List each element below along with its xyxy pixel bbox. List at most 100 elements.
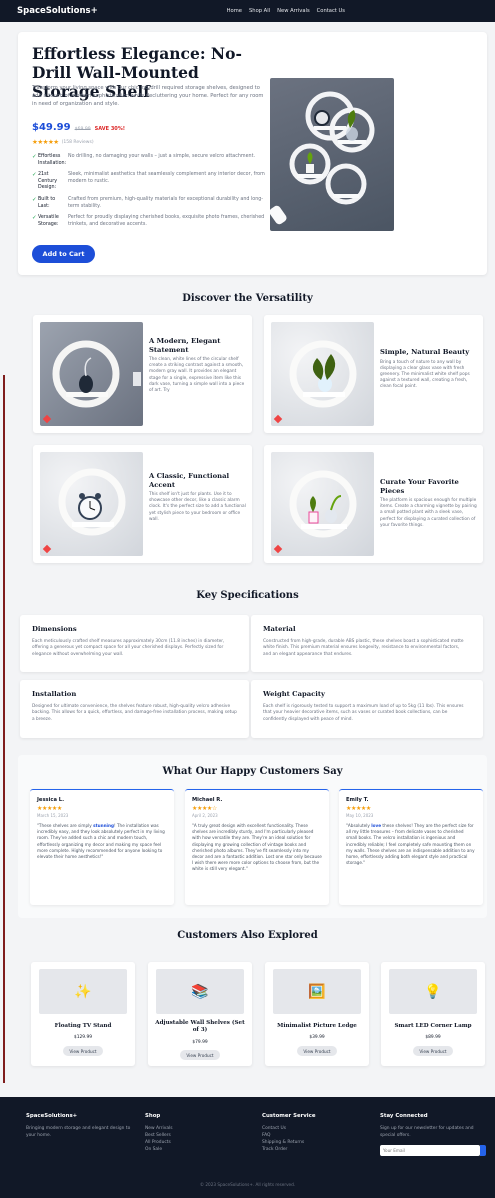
star-icon: ★★★★★ (32, 138, 59, 146)
feature-text: Sleek, minimalist aesthetics that seamle… (68, 172, 265, 184)
spec-card-weight: Weight Capacity Each shelf is rigorously… (251, 680, 483, 738)
newsletter-email-input[interactable] (380, 1145, 480, 1156)
spec-text: Each meticulously crafted shelf measures… (32, 639, 225, 657)
nav-links: Home Shop All New Arrivals Contact Us (227, 8, 345, 14)
footer-connect-title: Stay Connected (380, 1113, 428, 1119)
old-price: $69.99 (74, 127, 91, 132)
star-icon: ★★★★☆ (192, 805, 217, 812)
product-name: Smart LED Corner Lamp (394, 1023, 472, 1029)
reviewer-name: Jessica L. (37, 797, 65, 803)
price-block: $49.99 $69.99 SAVE 30%! (32, 122, 125, 133)
shelf-illustration (270, 91, 375, 225)
footer-tagline: Bringing modern storage and elegant desi… (26, 1126, 131, 1138)
feature-label: Built to Last: (38, 196, 56, 209)
versatility-text: A Classic, Functional Accent This shelf … (149, 472, 247, 523)
reviewer-name: Michael R. (192, 797, 223, 803)
spec-title: Dimensions (32, 625, 77, 633)
current-price: $49.99 (32, 122, 71, 133)
footer-connect-text: Sign up for our newsletter for updates a… (380, 1126, 474, 1138)
product-price: $79.99 (192, 1040, 208, 1045)
versatility-card-text: This shelf isn't just for plants. Use it… (149, 492, 246, 522)
testimonial-card: Michael R. ★★★★☆ April 2, 2023 "A truly … (185, 789, 329, 905)
product-price: $89.99 (425, 1035, 441, 1040)
product-price: $39.99 (309, 1035, 325, 1040)
books-icon: 📚 (156, 969, 244, 1014)
nav-link-new-arrivals[interactable]: New Arrivals (277, 8, 310, 14)
spec-text: Constructed from high-grade, durable ABS… (263, 639, 464, 657)
feature-text: No drilling, no damaging your walls – ju… (68, 154, 255, 159)
footer-link[interactable]: All Products (145, 1139, 255, 1146)
footer-shop-title: Shop (145, 1113, 161, 1119)
product-card[interactable]: 🖼️ Minimalist Picture Ledge $39.99 View … (265, 962, 369, 1066)
rating: ★★★★★ (158 Reviews) (32, 138, 94, 146)
versatility-image (40, 452, 143, 556)
versatility-text: Curate Your Favorite Pieces The platform… (380, 478, 478, 529)
review-date: May 10, 2023 (346, 813, 374, 818)
review-date: March 15, 2023 (37, 813, 69, 818)
product-price: $129.99 (73, 1035, 93, 1040)
testimonials-section: What Our Happy Customers Say Jessica L. … (18, 755, 487, 918)
review-text: "These shelves are simply stunning! The … (37, 823, 165, 860)
versatility-card-title: Simple, Natural Beauty (380, 348, 470, 356)
spec-title: Weight Capacity (263, 690, 325, 698)
versatility-card-title: A Classic, Functional Accent (149, 472, 230, 489)
reviewer-name: Emily T. (346, 797, 369, 803)
explore-title: Customers Also Explored (177, 930, 318, 941)
footer-link[interactable]: Contact Us (262, 1125, 372, 1132)
view-product-button[interactable]: View Product (63, 1046, 103, 1056)
versatility-card-text: The platform is spacious enough for mult… (380, 498, 477, 528)
feature-text: Crafted from premium, high-quality mater… (68, 196, 264, 209)
feature-item: ✓ 21st Century Design: Sleek, minimalist a… (32, 172, 272, 192)
spec-card-dimensions: Dimensions Each meticulously crafted she… (20, 615, 249, 672)
review-count[interactable]: (158 Reviews) (62, 140, 94, 145)
versatility-card: A Classic, Functional Accent This shelf … (33, 445, 252, 563)
nav-link-shop-all[interactable]: Shop All (249, 8, 270, 14)
add-to-cart-button[interactable]: Add to Cart (32, 245, 95, 263)
view-product-button[interactable]: View Product (180, 1050, 220, 1060)
hero-section: Effortless Elegance: No-Drill Wall-Mount… (18, 32, 487, 275)
footer-link[interactable]: On Sale (145, 1146, 255, 1153)
view-product-button[interactable]: View Product (297, 1046, 337, 1056)
spec-text: Designed for ultimate convenience, the s… (32, 704, 237, 722)
versatility-card: A Modern, Elegant Statement The clean, w… (33, 315, 252, 433)
feature-list: ✓ Effortless Installation: No drilling, no… (32, 154, 272, 233)
sparkle-icon: ✨ (39, 969, 127, 1014)
versatility-image (271, 322, 374, 426)
newsletter-submit-button[interactable] (480, 1145, 486, 1156)
hero-product-image (270, 78, 394, 231)
nav-link-home[interactable]: Home (227, 8, 242, 14)
product-card[interactable]: 💡 Smart LED Corner Lamp $89.99 View Prod… (381, 962, 485, 1066)
top-navbar: SpaceSolutions+ Home Shop All New Arriva… (0, 0, 495, 22)
footer-link[interactable]: Track Order (262, 1146, 372, 1153)
view-product-button[interactable]: View Product (413, 1046, 453, 1056)
side-scroll-indicator (3, 375, 5, 1083)
versatility-card: Simple, Natural Beauty Bring a touch of … (264, 315, 483, 433)
star-icon: ★★★★★ (346, 805, 371, 812)
footer-brand: SpaceSolutions+ (26, 1113, 78, 1119)
feature-label: 21st Century Design: (38, 172, 58, 191)
save-badge: SAVE 30%! (94, 126, 126, 132)
versatility-title: Discover the Versatility (182, 293, 313, 304)
versatility-card-text: The clean, white lines of the circular s… (149, 357, 245, 394)
footer-link[interactable]: Best Sellers (145, 1132, 255, 1139)
star-icon: ★★★★★ (37, 805, 62, 812)
nav-link-contact[interactable]: Contact Us (317, 8, 345, 14)
copyright: © 2023 SpaceSolutions+. All rights reser… (199, 1182, 296, 1187)
footer-link[interactable]: Shipping & Returns (262, 1139, 372, 1146)
footer-link[interactable]: FAQ (262, 1132, 372, 1139)
versatility-image (271, 452, 374, 556)
lightbulb-icon: 💡 (389, 969, 477, 1014)
feature-item: ✓ Versatile Storage: Perfect for proudly d… (32, 215, 272, 228)
footer-link[interactable]: New Arrivals (145, 1125, 255, 1132)
review-text: "A truly great design with excellent fun… (192, 823, 322, 872)
footer-shop-col: Shop New Arrivals Best Sellers All Produ… (145, 1113, 255, 1153)
versatility-card-text: Bring a touch of nature to any wall by d… (380, 359, 470, 390)
versatility-text: A Modern, Elegant Statement The clean, w… (149, 337, 247, 394)
product-card[interactable]: 📚 Adjustable Wall Shelves (Set of 3) $79… (148, 962, 252, 1066)
brand-logo[interactable]: SpaceSolutions+ (17, 6, 98, 16)
product-name: Floating TV Stand (54, 1023, 112, 1029)
testimonial-card: Emily T. ★★★★★ May 10, 2023 "Absolutely … (339, 789, 483, 905)
feature-text: Perfect for proudly displaying cherished… (68, 215, 265, 227)
product-card[interactable]: ✨ Floating TV Stand $129.99 View Product (31, 962, 135, 1066)
versatility-card-title: Curate Your Favorite Pieces (380, 478, 459, 495)
